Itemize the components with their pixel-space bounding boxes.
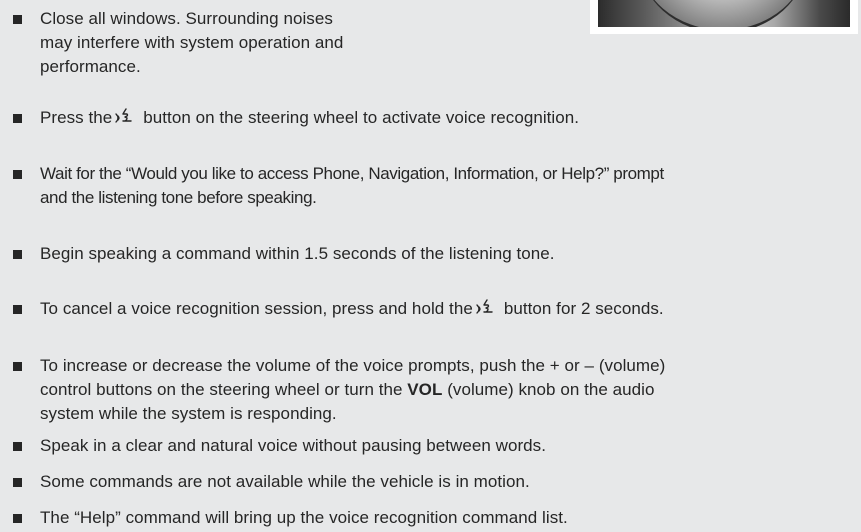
list-item-text: Press the button on the steering wheel to… [40,106,579,130]
voice-recognition-icon [476,298,498,318]
list-item-text: Wait for the “Would you like to access P… [40,162,664,210]
list-item-text: Some commands are not available while th… [40,472,530,491]
bullet-icon [13,442,22,451]
photo-detail [638,0,808,27]
text-line: Wait for the “Would you like to access P… [40,164,664,183]
list-item-text: Speak in a clear and natural voice witho… [40,436,547,455]
text-line: control buttons on the steering wheel or… [40,378,858,402]
list-item-text: Begin speaking a command within 1.5 seco… [40,244,555,263]
text-line: To increase or decrease the volume of th… [40,356,666,375]
text-line: may interfere with system operation and [40,33,344,52]
list-item-text: To cancel a voice recognition session, p… [40,297,664,321]
text-segment: To cancel a voice recognition session, p… [40,299,473,318]
text-line: system while the system is responding. [40,404,337,423]
text-segment: control buttons on the steering wheel or… [40,380,403,399]
text-segment: (volume) knob on the audio [447,380,655,399]
text-line: performance. [40,57,141,76]
bullet-icon [13,305,22,314]
text-segment: button on the steering wheel to activate… [143,108,580,127]
vol-knob-label: VOL [407,380,443,399]
text-line: Close all windows. Surrounding noises [40,9,333,28]
illustration-photo [590,0,858,34]
bullet-icon [13,15,22,24]
list-item-text: To increase or decrease the volume of th… [40,354,858,426]
bullet-icon [13,362,22,371]
text-segment: button for 2 seconds. [503,299,664,318]
photo-image [598,0,850,27]
voice-recognition-icon [115,107,137,127]
list-item-text: The “Help” command will bring up the voi… [40,508,568,527]
bullet-icon [13,514,22,523]
text-segment: Press the [40,108,113,127]
list-item-text: Close all windows. Surrounding noises ma… [40,7,343,79]
bullet-icon [13,114,22,123]
text-line: and the listening tone before speaking. [40,188,317,207]
bullet-icon [13,170,22,179]
bullet-icon [13,250,22,259]
bullet-icon [13,478,22,487]
